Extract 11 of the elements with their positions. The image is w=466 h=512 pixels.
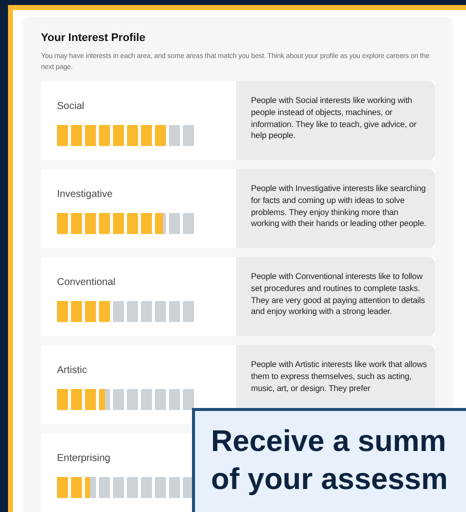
interest-description: People with Social interests like working with people instead of objects, machines, or information. They like to teach, give advice, or help people. <box>251 95 418 142</box>
callout-heading: Receive a summ of your assessm <box>211 424 449 498</box>
interest-description: People with Artistic interests like work that allows them to express themselves, such as acting, music, art, or design. They prefer <box>251 359 427 394</box>
section-title: Your Interest Profile <box>41 32 146 44</box>
interest-name: Artistic <box>57 365 88 376</box>
interest-name: Social <box>57 101 86 112</box>
interest-description: People with Investigative interests like searching for facts and coming up with ideas to solve problems. They enjoy thinking more than working with their hands or leading other people. <box>251 183 427 230</box>
interest-name: Enterprising <box>57 453 112 464</box>
interest-name: Investigative <box>57 189 114 200</box>
interest-description: People with Conventional interests like to follow set procedures and routines to complete tasks. They are very good at paying attention to details and enjoy working with a strong leader. <box>251 271 426 318</box>
interest-name: Conventional <box>57 277 116 288</box>
